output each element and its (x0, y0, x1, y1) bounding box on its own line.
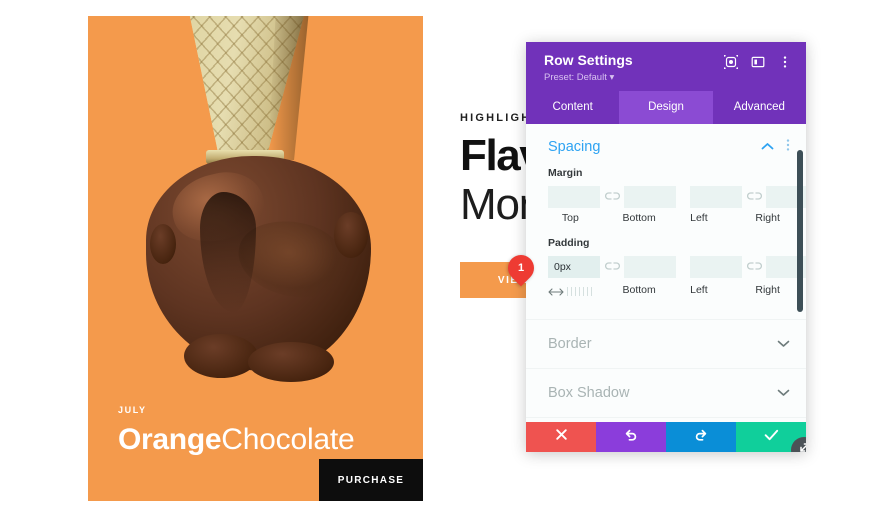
horizontal-resize-arrow-icon (548, 287, 564, 297)
padding-bottom-input[interactable] (624, 255, 676, 278)
margin-right-label: Right (755, 211, 780, 224)
broken-link-icon[interactable] (600, 261, 624, 272)
margin-vertical-pair (548, 185, 676, 208)
drag-track[interactable] (567, 287, 593, 297)
modal-tabs: Content Design Advanced (526, 90, 806, 124)
chocolate-drip (184, 334, 258, 378)
redo-arrow-icon (694, 428, 708, 447)
padding-field-group: Padding 0px Bottom Left Right (526, 237, 806, 299)
margin-left-label: Left (690, 211, 708, 224)
row-settings-modal: Row Settings Preset: Default ▾ Content D… (526, 42, 806, 452)
scrollbar-thumb[interactable] (797, 149, 803, 312)
promo-text-block: JULY OrangeChocolate PURCHASE (88, 405, 423, 501)
padding-bottom-label: Bottom (622, 284, 656, 297)
target-focus-icon[interactable] (724, 55, 738, 69)
modal-header-titles: Row Settings Preset: Default ▾ (544, 52, 633, 83)
step-marker-pin: 1 (502, 249, 544, 287)
modal-body: Spacing Margin Top Bottom Left Right Pad… (526, 123, 806, 422)
section-border-label: Border (548, 335, 592, 352)
modal-preset-label: Preset: Default (544, 71, 607, 83)
chocolate-drip (150, 224, 176, 264)
margin-top-label: Top (561, 211, 579, 224)
purchase-button[interactable]: PURCHASE (319, 459, 423, 501)
close-x-icon (555, 428, 568, 446)
chevron-up-icon[interactable] (761, 138, 774, 156)
collapsed-sections: Border Box Shadow Filters (526, 318, 806, 422)
padding-label: Padding (548, 236, 590, 249)
padding-left-input[interactable] (690, 255, 742, 278)
settings-scroll-area: Spacing Margin Top Bottom Left Right Pad… (526, 124, 806, 422)
modal-title: Row Settings (544, 52, 633, 68)
broken-link-icon[interactable] (600, 191, 624, 202)
undo-arrow-icon (624, 428, 638, 447)
tab-content[interactable]: Content (526, 91, 619, 124)
ice-cream-image (88, 16, 423, 386)
margin-left-input[interactable] (690, 185, 742, 208)
padding-horizontal-pair (690, 255, 806, 278)
margin-bottom-label: Bottom (622, 211, 656, 224)
promo-title: OrangeChocolate (118, 423, 423, 457)
margin-inputs-row (548, 185, 806, 208)
chocolate-drip (248, 342, 334, 382)
padding-labels-row: Bottom Left Right (548, 282, 790, 299)
chevron-down-icon[interactable] (777, 384, 790, 402)
cancel-button[interactable] (526, 422, 596, 452)
padding-inputs-row (548, 255, 806, 278)
padding-right-label: Right (755, 284, 780, 297)
padding-top-drag-slider[interactable] (548, 285, 593, 299)
margin-field-group: Margin Top Bottom Left Right (526, 167, 806, 224)
undo-button[interactable] (596, 422, 666, 452)
promo-month: JULY (118, 405, 147, 415)
promo-card: JULY OrangeChocolate PURCHASE (88, 16, 423, 501)
vertical-dots-icon[interactable] (778, 55, 792, 69)
padding-left-label: Left (690, 284, 708, 297)
spacing-section-header[interactable]: Spacing (526, 124, 806, 167)
modal-header-actions (724, 52, 792, 69)
section-filters[interactable]: Filters (526, 416, 806, 422)
checkmark-icon (764, 428, 779, 446)
spacing-section-title: Spacing (548, 139, 601, 156)
vertical-dots-icon[interactable] (786, 138, 790, 157)
chevron-down-icon[interactable] (777, 335, 790, 353)
modal-footer-actions (526, 422, 806, 452)
section-border[interactable]: Border (526, 318, 806, 368)
scrollbar[interactable] (797, 130, 803, 416)
section-box-shadow-label: Box Shadow (548, 384, 630, 401)
tab-advanced[interactable]: Advanced (713, 91, 806, 124)
spacing-section-actions (761, 138, 790, 157)
diagonal-resize-icon (797, 440, 806, 452)
margin-labels-row: Top Bottom Left Right (548, 212, 790, 224)
modal-header: Row Settings Preset: Default ▾ (526, 42, 806, 91)
margin-label: Margin (548, 166, 583, 179)
layout-panel-icon[interactable] (751, 55, 765, 69)
section-box-shadow[interactable]: Box Shadow (526, 367, 806, 417)
caret-down-icon: ▾ (609, 71, 615, 83)
padding-top-input[interactable] (548, 255, 600, 278)
margin-horizontal-pair (690, 185, 806, 208)
margin-bottom-input[interactable] (624, 185, 676, 208)
tab-design[interactable]: Design (619, 90, 713, 124)
chocolate-drip (334, 212, 368, 258)
pin-number: 1 (517, 262, 525, 274)
modal-preset-selector[interactable]: Preset: Default ▾ (544, 72, 633, 83)
promo-title-bold: Orange (118, 423, 222, 456)
promo-title-light: Chocolate (221, 423, 355, 456)
padding-vertical-pair (548, 255, 676, 278)
margin-top-input[interactable] (548, 185, 600, 208)
broken-link-icon[interactable] (742, 261, 766, 272)
screen: JULY OrangeChocolate PURCHASE HIGHLIGHT … (0, 0, 880, 517)
redo-button[interactable] (666, 422, 736, 452)
broken-link-icon[interactable] (742, 191, 766, 202)
